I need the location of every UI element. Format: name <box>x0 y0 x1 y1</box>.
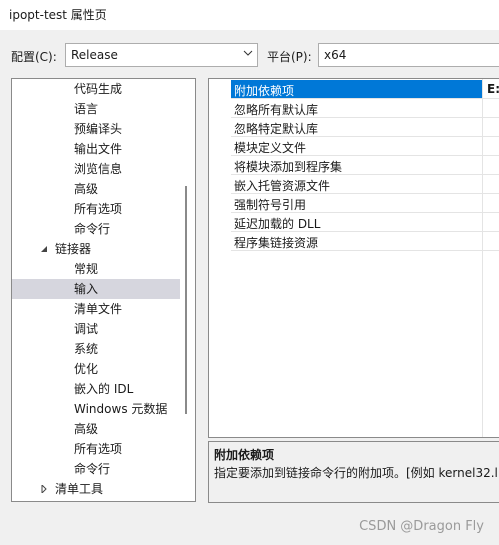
config-label: 配置(C): <box>11 50 57 64</box>
property-row[interactable]: 程序集链接资源 <box>231 232 499 251</box>
tree-item-input[interactable]: 输入 <box>12 279 180 299</box>
tree-item-label: 优化 <box>74 362 99 376</box>
tree-item-label: 输入 <box>74 282 99 296</box>
tree-item[interactable]: 命令行 <box>12 459 180 479</box>
description-title: 附加依赖项 <box>214 448 275 462</box>
tree-item-label: 链接器 <box>55 242 92 256</box>
tree-item[interactable]: 输出文件 <box>12 139 180 159</box>
property-row[interactable]: 忽略所有默认库 <box>231 99 499 118</box>
property-name: 忽略所有默认库 <box>234 103 319 117</box>
tree-item-label: Windows 元数据 <box>74 402 168 416</box>
tree-item-label: 命令行 <box>74 462 111 476</box>
tree-item[interactable]: 语言 <box>12 99 180 119</box>
property-row[interactable]: 模块定义文件 <box>231 137 499 156</box>
property-name: 模块定义文件 <box>234 141 307 155</box>
property-row[interactable]: 忽略特定默认库 <box>231 118 499 137</box>
tree-item[interactable]: 高级 <box>12 179 180 199</box>
tree-item-label: 高级 <box>74 422 99 436</box>
tree-item-label: 所有选项 <box>74 202 123 216</box>
tree-item-label: 嵌入的 IDL <box>74 382 134 396</box>
platform-value: x64 <box>324 48 347 62</box>
platform-label: 平台(P): <box>267 50 312 64</box>
tree-item-label: 清单工具 <box>55 482 104 496</box>
property-row-additional-dependencies[interactable]: 附加依赖项 E:\ <box>231 80 499 99</box>
property-name: 将模块添加到程序集 <box>234 160 343 174</box>
tree-item-label: 代码生成 <box>74 82 123 96</box>
tree-item[interactable]: 浏览信息 <box>12 159 180 179</box>
tree-item[interactable]: 优化 <box>12 359 180 379</box>
description-text: 指定要添加到链接命令行的附加项。[例如 kernel32.lib] <box>214 466 499 480</box>
tree-scrollbar[interactable] <box>185 186 187 414</box>
chevron-down-icon <box>243 50 253 56</box>
tree-item[interactable]: 所有选项 <box>12 439 180 459</box>
watermark: CSDN @Dragon Fly <box>359 519 484 534</box>
tree-item[interactable]: 调试 <box>12 319 180 339</box>
tree-item-label: 清单文件 <box>74 302 123 316</box>
property-name: 强制符号引用 <box>234 198 307 212</box>
config-value: Release <box>71 48 118 62</box>
property-row[interactable]: 延迟加载的 DLL <box>231 213 499 232</box>
category-tree[interactable]: 代码生成 语言 预编译头 输出文件 浏览信息 高级 所有选项 命令行 链接器 常… <box>11 78 196 502</box>
property-name: 忽略特定默认库 <box>234 122 319 136</box>
tree-item-label: 浏览信息 <box>74 162 123 176</box>
property-name: 嵌入托管资源文件 <box>234 179 331 193</box>
title-bar: ipopt-test 属性页 <box>0 0 499 30</box>
tree-item[interactable]: 系统 <box>12 339 180 359</box>
property-grid[interactable]: 附加依赖项 E:\ 忽略所有默认库 忽略特定默认库 模块定义文件 将模块添加到程… <box>208 78 499 438</box>
property-name: 延迟加载的 DLL <box>234 217 321 231</box>
tree-item-label: 调试 <box>74 322 99 336</box>
tree-item-linker[interactable]: 链接器 <box>12 239 180 259</box>
tree-item[interactable]: 高级 <box>12 419 180 439</box>
tree-item[interactable]: Windows 元数据 <box>12 399 180 419</box>
config-dropdown[interactable]: Release <box>65 43 258 67</box>
tree-item-label: 语言 <box>74 102 99 116</box>
property-row[interactable]: 嵌入托管资源文件 <box>231 175 499 194</box>
platform-dropdown[interactable]: x64 <box>318 43 499 67</box>
tree-item-label: 高级 <box>74 182 99 196</box>
tree-item-manifest-tool[interactable]: 清单工具 <box>12 479 180 499</box>
property-value[interactable]: E:\ <box>487 82 499 96</box>
window-title: ipopt-test 属性页 <box>9 8 107 22</box>
property-name: 附加依赖项 <box>234 84 295 98</box>
tree-item-label: 输出文件 <box>74 142 123 156</box>
tree-item-label: 命令行 <box>74 222 111 236</box>
property-row[interactable]: 将模块添加到程序集 <box>231 156 499 175</box>
property-row[interactable]: 强制符号引用 <box>231 194 499 213</box>
tree-item[interactable]: 代码生成 <box>12 79 180 99</box>
expanded-arrow-icon[interactable] <box>40 245 48 253</box>
tree-item[interactable]: 嵌入的 IDL <box>12 379 180 399</box>
tree-item[interactable]: 所有选项 <box>12 199 180 219</box>
tree-item-label: 所有选项 <box>74 442 123 456</box>
description-panel: 附加依赖项 指定要添加到链接命令行的附加项。[例如 kernel32.lib] <box>208 441 499 503</box>
property-name: 程序集链接资源 <box>234 236 319 250</box>
collapsed-arrow-icon[interactable] <box>40 485 48 493</box>
tree-item-label: 预编译头 <box>74 122 123 136</box>
tree-item[interactable]: 预编译头 <box>12 119 180 139</box>
tree-item[interactable]: 常规 <box>12 259 180 279</box>
tree-item[interactable]: 命令行 <box>12 219 180 239</box>
tree-item[interactable]: 清单文件 <box>12 299 180 319</box>
tree-item-label: 常规 <box>74 262 99 276</box>
tree-item-label: 系统 <box>74 342 99 356</box>
